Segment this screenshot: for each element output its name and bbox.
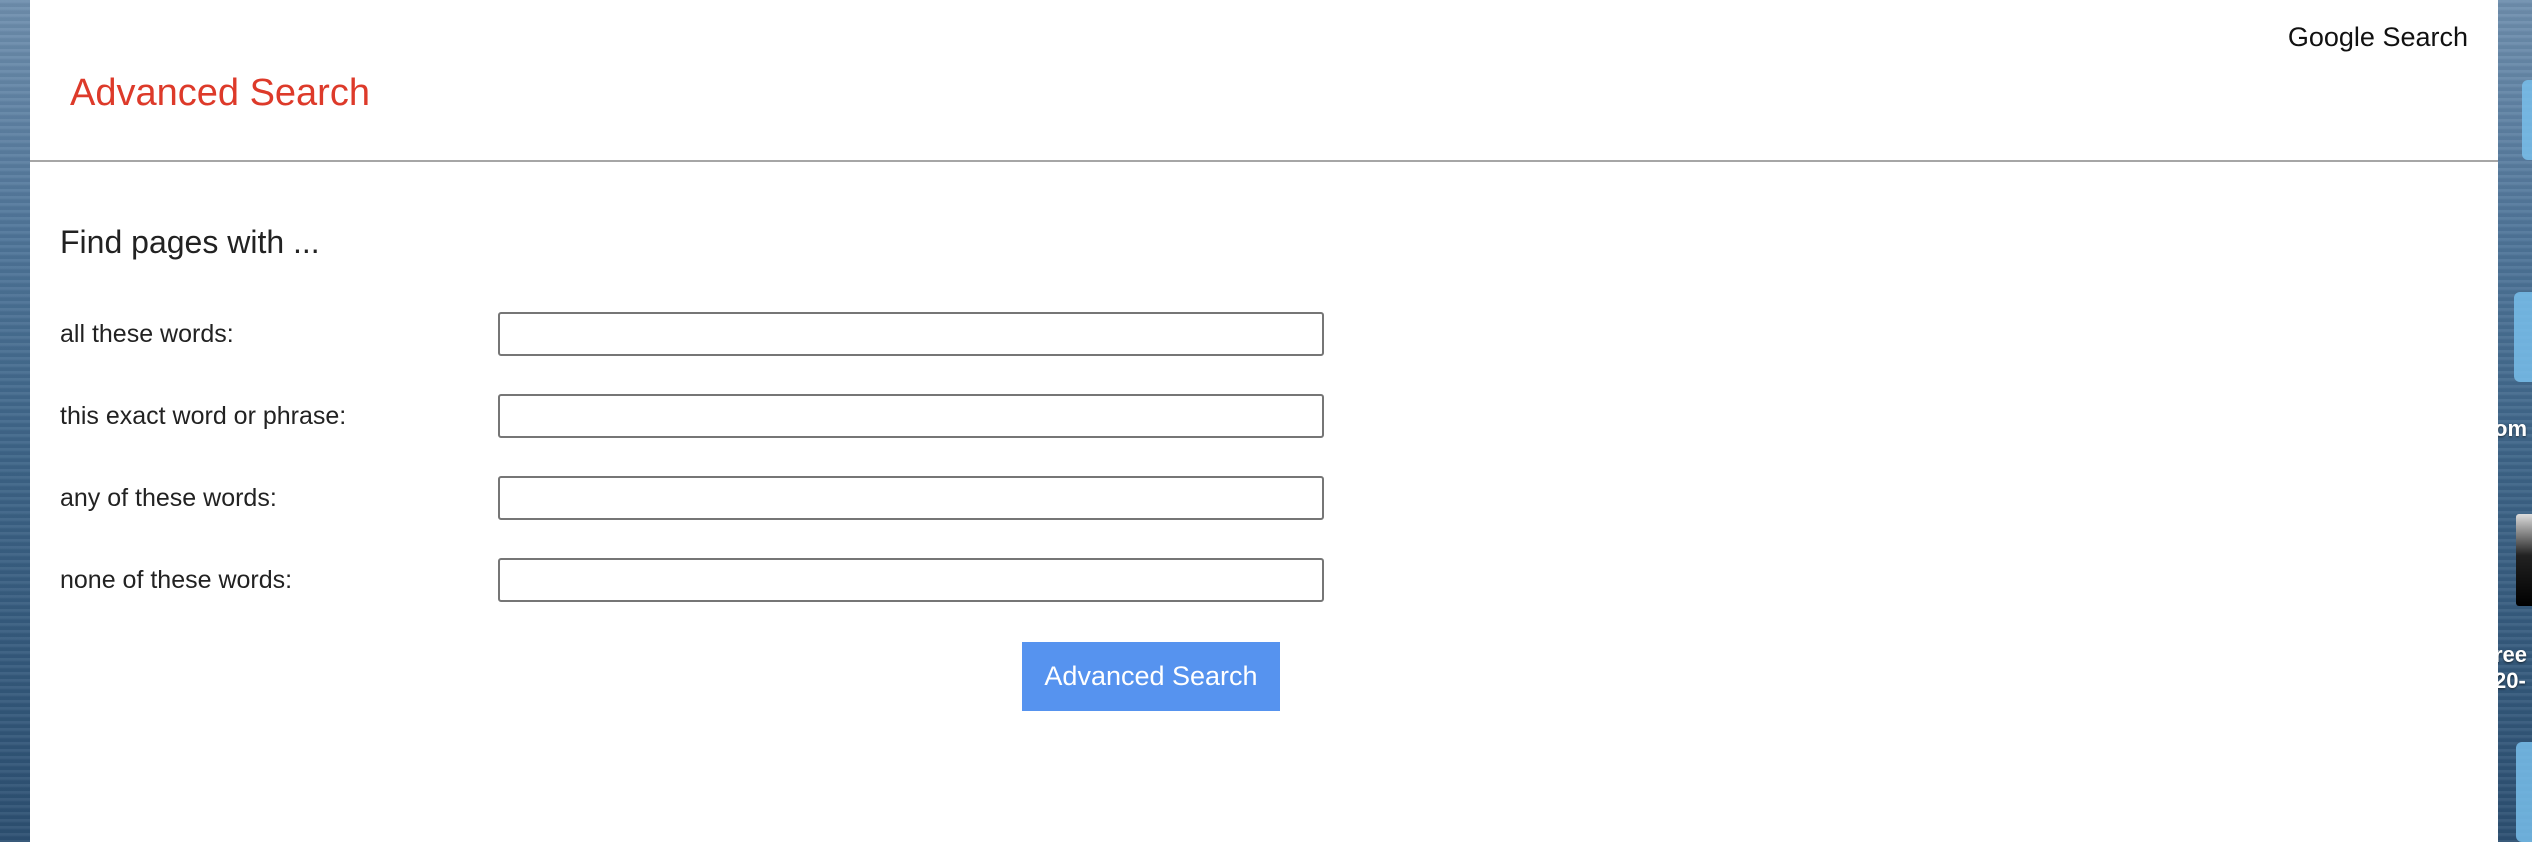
desktop-folder-icon[interactable] — [2522, 80, 2532, 160]
google-search-link[interactable]: Google Search — [2288, 24, 2468, 51]
form-row-any-words: any of these words: — [60, 476, 1324, 520]
desktop-folder-icon[interactable] — [2514, 292, 2532, 382]
all-words-input[interactable] — [498, 312, 1324, 356]
section-title: Find pages with ... — [60, 224, 320, 260]
all-words-label: all these words: — [60, 320, 234, 348]
desktop-file-thumbnail-icon[interactable] — [2516, 514, 2532, 606]
desktop-icon-label: ree 20- — [2498, 642, 2528, 694]
desktop-folder-icon[interactable] — [2516, 742, 2532, 842]
page-header: Advanced Search Google Search — [30, 0, 2498, 162]
form-row-none-words: none of these words: — [60, 558, 1324, 602]
any-words-input[interactable] — [498, 476, 1324, 520]
browser-page: Advanced Search Google Search Find pages… — [30, 0, 2498, 842]
none-words-input[interactable] — [498, 558, 1324, 602]
desktop-icon-label: om — [2498, 416, 2527, 441]
desktop-wallpaper-left — [0, 0, 30, 842]
advanced-search-button[interactable]: Advanced Search — [1022, 642, 1280, 711]
none-words-label: none of these words: — [60, 566, 293, 594]
form-row-exact-phrase: this exact word or phrase: — [60, 394, 1324, 438]
exact-phrase-label: this exact word or phrase: — [60, 402, 347, 430]
form-row-all-words: all these words: — [60, 312, 1324, 356]
exact-phrase-input[interactable] — [498, 394, 1324, 438]
page-title: Advanced Search — [70, 72, 370, 114]
any-words-label: any of these words: — [60, 484, 277, 512]
